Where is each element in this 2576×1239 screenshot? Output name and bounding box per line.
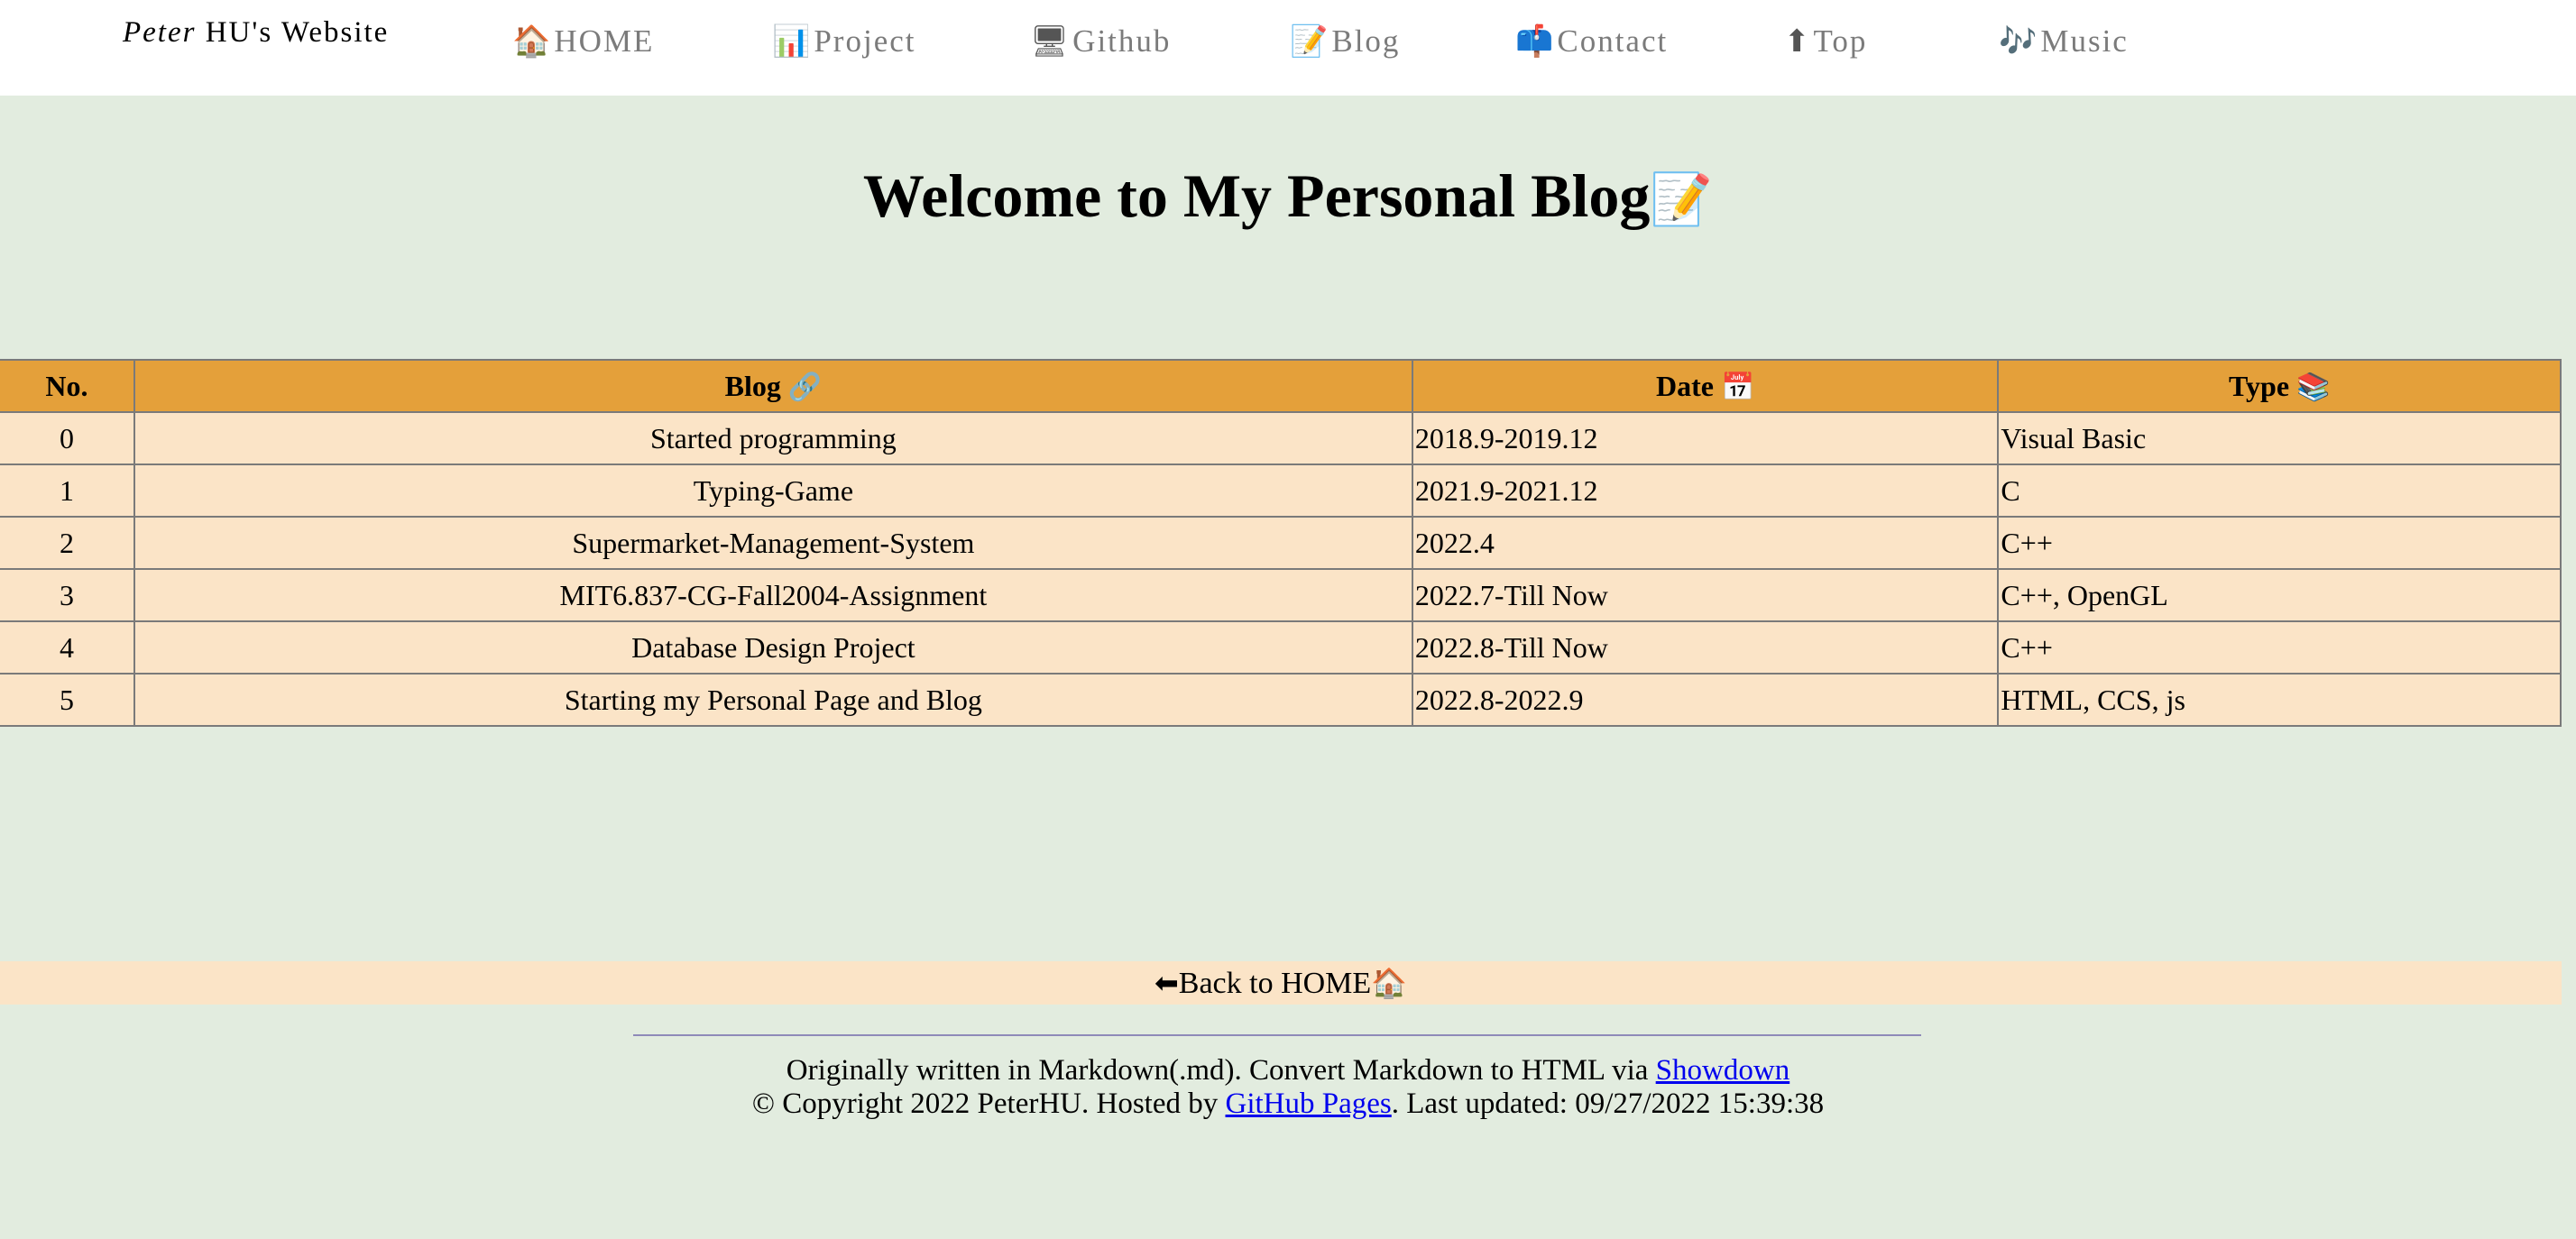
desktop-computer-icon: 🖥 xyxy=(1030,23,1072,60)
nav-item-blog[interactable]: 📝 Blog xyxy=(1290,23,1400,60)
nav-item-label: Blog xyxy=(1331,23,1401,59)
cell-blog-title[interactable]: Typing-Game xyxy=(133,463,1413,518)
footer-line-copyright: © Copyright 2022 PeterHU. Hosted by GitH… xyxy=(0,1088,2576,1121)
bar-chart-icon: 📊 xyxy=(772,23,813,60)
back-to-home-label: Back to HOME xyxy=(1178,967,1372,1000)
nav-item-project[interactable]: 📊 Project xyxy=(772,23,915,60)
cell-type: HTML, CCS, js xyxy=(1997,673,2562,727)
nav-item-contact[interactable]: 📫 Contact xyxy=(1515,23,1668,60)
cell-blog-title[interactable]: MIT6.837-CG-Fall2004-Assignment xyxy=(133,568,1413,622)
footer: Originally written in Markdown(.md). Con… xyxy=(0,1054,2576,1121)
books-icon: 📚 xyxy=(2296,371,2331,403)
table-row: 1 Typing-Game 2021.9-2021.12 C xyxy=(0,463,2562,518)
nav-item-home[interactable]: 🏠 HOME xyxy=(512,23,654,60)
memo-icon: 📝 xyxy=(1290,23,1330,60)
github-pages-link[interactable]: GitHub Pages xyxy=(1226,1088,1392,1120)
cell-date: 2022.8-2022.9 xyxy=(1411,673,2000,727)
cell-no: 5 xyxy=(0,673,135,727)
header-label: Blog xyxy=(724,369,781,402)
cell-type: Visual Basic xyxy=(1997,411,2562,465)
cell-date: 2022.4 xyxy=(1411,516,2000,570)
showdown-link[interactable]: Showdown xyxy=(1656,1054,1790,1087)
nav-item-label: Music xyxy=(2040,23,2129,59)
cell-blog-title[interactable]: Database Design Project xyxy=(133,620,1413,675)
back-to-home-bar: ⬅Back to HOME🏠 xyxy=(0,961,2562,1005)
nav-item-label: Project xyxy=(814,23,916,59)
footer-markdown-text: Originally written in Markdown(.md). Con… xyxy=(786,1054,1656,1087)
column-header-type: Type 📚 xyxy=(1997,359,2562,413)
left-arrow-icon: ⬅ xyxy=(1154,966,1179,1000)
cell-date: 2022.8-Till Now xyxy=(1411,620,2000,675)
cell-date: 2018.9-2019.12 xyxy=(1411,411,2000,465)
nav-item-top[interactable]: ⬆ Top xyxy=(1784,23,1867,60)
cell-type: C++ xyxy=(1997,516,2562,570)
nav-item-label: Contact xyxy=(1557,23,1669,59)
table-row: 5 Starting my Personal Page and Blog 202… xyxy=(0,673,2562,727)
footer-copyright-text: © Copyright 2022 PeterHU. Hosted by xyxy=(751,1088,1226,1120)
cell-blog-title[interactable]: Starting my Personal Page and Blog xyxy=(133,673,1413,727)
column-header-no: No. xyxy=(0,359,135,413)
blog-table: No. Blog 🔗 Date 📅 Type 📚 0 Started progr… xyxy=(0,359,2562,727)
nav-item-label: HOME xyxy=(554,23,655,59)
footer-line-markdown: Originally written in Markdown(.md). Con… xyxy=(0,1054,2576,1088)
footer-divider xyxy=(633,1034,1921,1036)
table-row: 2 Supermarket-Management-System 2022.4 C… xyxy=(0,516,2562,570)
cell-date: 2021.9-2021.12 xyxy=(1411,463,2000,518)
cell-no: 4 xyxy=(0,620,135,675)
cell-blog-title[interactable]: Started programming xyxy=(133,411,1413,465)
nav-item-github[interactable]: 🖥 Github xyxy=(1030,23,1171,60)
page-title-text: Welcome to My Personal Blog xyxy=(862,161,1651,230)
calendar-icon: 📅 xyxy=(1720,371,1755,403)
up-arrow-icon: ⬆ xyxy=(1784,23,1812,60)
footer-last-updated: . Last updated: 09/27/2022 15:39:38 xyxy=(1391,1088,1825,1120)
cell-no: 0 xyxy=(0,411,135,465)
brand-first-name: Peter xyxy=(123,16,197,49)
cell-type: C++ xyxy=(1997,620,2562,675)
house-icon: 🏠 xyxy=(1371,966,1408,1000)
memo-icon: 📝 xyxy=(1650,170,1714,229)
column-header-blog: Blog 🔗 xyxy=(133,359,1413,413)
nav-item-music[interactable]: 🎶 Music xyxy=(1999,23,2129,60)
cell-no: 1 xyxy=(0,463,135,518)
table-row: 0 Started programming 2018.9-2019.12 Vis… xyxy=(0,411,2562,465)
header-label: No. xyxy=(45,369,88,402)
back-to-home-link[interactable]: ⬅Back to HOME🏠 xyxy=(1154,966,1408,1000)
music-notes-icon: 🎶 xyxy=(1999,23,2039,60)
link-icon: 🔗 xyxy=(787,371,823,403)
mailbox-icon: 📫 xyxy=(1515,23,1556,60)
table-header-row: No. Blog 🔗 Date 📅 Type 📚 xyxy=(0,359,2562,413)
nav-item-label: Github xyxy=(1072,23,1172,59)
page-title: Welcome to My Personal Blog📝 xyxy=(0,161,2576,232)
cell-no: 3 xyxy=(0,568,135,622)
header-label: Date xyxy=(1655,369,1714,402)
table-row: 3 MIT6.837-CG-Fall2004-Assignment 2022.7… xyxy=(0,568,2562,622)
header-label: Type xyxy=(2229,369,2290,402)
top-navigation-bar: Peter HU's Website 🏠 HOME 📊 Project 🖥 Githu… xyxy=(0,0,2576,96)
cell-blog-title[interactable]: Supermarket-Management-System xyxy=(133,516,1413,570)
nav-item-label: Top xyxy=(1813,23,1868,59)
cell-no: 2 xyxy=(0,516,135,570)
house-icon: 🏠 xyxy=(512,23,553,60)
cell-date: 2022.7-Till Now xyxy=(1411,568,2000,622)
brand-rest: HU's Website xyxy=(196,16,390,49)
cell-type: C++, OpenGL xyxy=(1997,568,2562,622)
column-header-date: Date 📅 xyxy=(1411,359,2000,413)
cell-type: C xyxy=(1997,463,2562,518)
site-brand[interactable]: Peter HU's Website xyxy=(123,16,389,50)
table-row: 4 Database Design Project 2022.8-Till No… xyxy=(0,620,2562,675)
